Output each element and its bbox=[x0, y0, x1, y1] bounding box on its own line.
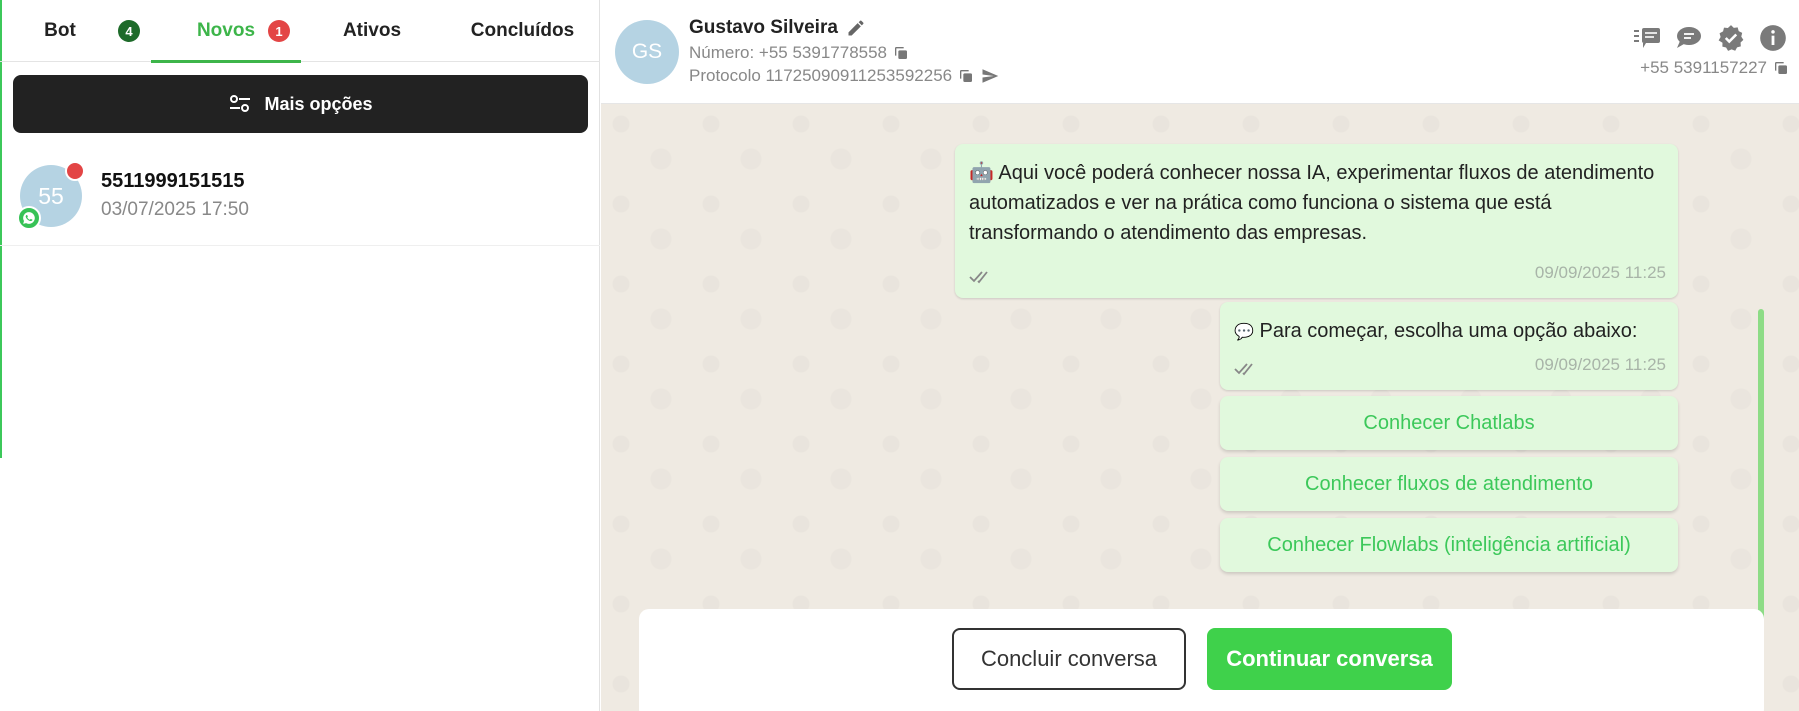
copy-icon[interactable] bbox=[893, 45, 909, 61]
tab-ativos[interactable]: Ativos bbox=[301, 0, 443, 62]
channel-phone-number: +55 5391157227 bbox=[1640, 58, 1767, 77]
conversation-list-panel: Bot 4 Novos 1 Ativos Concluídos Mais opç… bbox=[0, 0, 600, 711]
message-timestamp: 09/09/2025 11:25 bbox=[1534, 355, 1666, 374]
option-label: Conhecer Flowlabs (inteligência artifici… bbox=[1267, 533, 1631, 556]
status-tabs: Bot 4 Novos 1 Ativos Concluídos bbox=[0, 0, 600, 63]
tab-novos-count-badge: 1 bbox=[268, 20, 290, 42]
message-text-row: 🤖 Aqui você poderá conhecer nossa IA, ex… bbox=[969, 158, 1664, 248]
option-button-flowlabs[interactable]: Conhecer Flowlabs (inteligência artifici… bbox=[1220, 518, 1678, 572]
conversation-action-bar: Concluir conversa Continuar conversa bbox=[639, 609, 1764, 711]
send-icon[interactable] bbox=[980, 67, 1000, 85]
copy-icon[interactable] bbox=[958, 68, 974, 84]
tab-novos-label: Novos bbox=[196, 20, 256, 41]
message-text: Para começar, escolha uma opção abaixo: bbox=[1259, 320, 1638, 342]
message-area[interactable]: 🤖 Aqui você poderá conhecer nossa IA, ex… bbox=[601, 104, 1799, 711]
quick-replies-icon[interactable] bbox=[1633, 24, 1661, 52]
tab-bot-count-badge: 4 bbox=[118, 20, 140, 42]
verified-badge-icon[interactable] bbox=[1717, 24, 1745, 52]
more-options-button[interactable]: Mais opções bbox=[13, 75, 588, 133]
copy-icon[interactable] bbox=[1773, 60, 1789, 76]
message-text: Aqui você poderá conhecer nossa IA, expe… bbox=[969, 162, 1655, 244]
continue-conversation-button[interactable]: Continuar conversa bbox=[1207, 628, 1452, 690]
finish-conversation-button[interactable]: Concluir conversa bbox=[952, 628, 1186, 690]
protocol-row: Protocolo 1172509091125359225​6 bbox=[689, 66, 1000, 86]
avatar: GS bbox=[615, 20, 679, 84]
protocol-number: Protocolo 1172509091125359225​6 bbox=[689, 66, 953, 85]
chat-panel: GS Gustavo Silveira Número: +55 53917785… bbox=[601, 0, 1799, 711]
edit-pencil-icon[interactable] bbox=[846, 18, 866, 38]
contact-timestamp: 03/07/2025 17:50 bbox=[101, 199, 249, 220]
tab-concluidos[interactable]: Concluídos bbox=[450, 0, 595, 62]
unread-indicator bbox=[65, 161, 85, 181]
tab-bot-label: Bot bbox=[44, 20, 76, 41]
chat-header: GS Gustavo Silveira Número: +55 53917785… bbox=[601, 0, 1799, 104]
whatsapp-icon bbox=[17, 206, 41, 230]
option-label: Conhecer fluxos de atendimento bbox=[1305, 472, 1593, 495]
conversation-list-item[interactable]: 55 5511999151515 03/07/2025 17:50 bbox=[0, 146, 600, 246]
double-check-icon bbox=[969, 271, 988, 284]
info-icon[interactable] bbox=[1759, 24, 1787, 52]
tab-concluidos-label: Concluídos bbox=[470, 20, 575, 41]
more-options-label: Mais opções bbox=[264, 93, 373, 114]
contact-number-row: Número: +55 5391778558 bbox=[689, 43, 909, 63]
finish-conversation-label: Concluir conversa bbox=[980, 646, 1158, 671]
message-bubble: 💬 Para começar, escolha uma opção abaixo… bbox=[1220, 302, 1678, 390]
option-label: Conhecer Chatlabs bbox=[1363, 411, 1535, 434]
contact-name: 5511999151515 bbox=[101, 170, 245, 192]
double-check-icon bbox=[1234, 363, 1253, 376]
option-button-chatlabs[interactable]: Conhecer Chatlabs bbox=[1220, 396, 1678, 450]
contact-name-row: Gustavo Silveira bbox=[689, 17, 866, 39]
message-bubble: 🤖 Aqui você poderá conhecer nossa IA, ex… bbox=[955, 144, 1678, 298]
channel-phone-row: +55 5391157227 bbox=[1640, 58, 1789, 78]
robot-emoji-icon: 🤖 bbox=[969, 162, 994, 184]
tab-ativos-label: Ativos bbox=[342, 20, 402, 41]
filter-sliders-icon bbox=[230, 95, 251, 112]
speech-balloon-emoji-icon: 💬 bbox=[1234, 324, 1254, 341]
contact-number: Número: +55 5391778558 bbox=[689, 43, 888, 62]
contact-name: Gustavo Silveira bbox=[689, 17, 838, 38]
continue-conversation-label: Continuar conversa bbox=[1226, 646, 1433, 671]
message-text-row: 💬 Para começar, escolha uma opção abaixo… bbox=[1234, 316, 1666, 348]
header-actions bbox=[1633, 24, 1787, 52]
message-timestamp: 09/09/2025 11:25 bbox=[1534, 263, 1666, 282]
option-button-fluxos[interactable]: Conhecer fluxos de atendimento bbox=[1220, 457, 1678, 511]
chat-bubble-icon[interactable] bbox=[1675, 24, 1703, 52]
tab-bot[interactable]: Bot bbox=[0, 0, 120, 62]
